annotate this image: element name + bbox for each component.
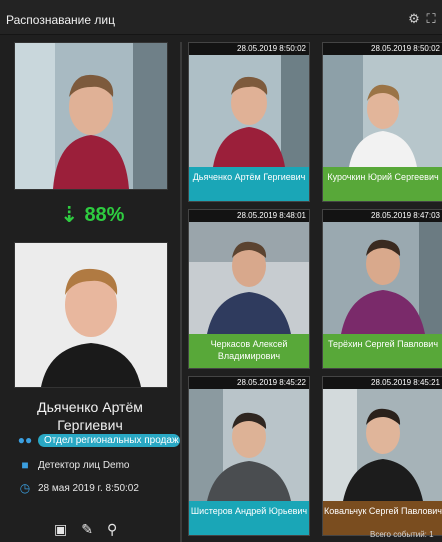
- department-row: ●● Отдел региональных продаж: [16, 433, 180, 447]
- event-card[interactable]: 28.05.2019 8:47:03 Терёхин Сергей Павлов…: [322, 209, 442, 369]
- focused-recognition-panel: ⇣ 88% Дьяченко Артём Гергиевич ●● Отдел …: [14, 42, 180, 542]
- detector-row: ■ Детектор лиц Demo: [16, 458, 130, 472]
- captured-face-photo: [14, 42, 168, 190]
- event-timestamp: 28.05.2019 8:45:22: [189, 377, 309, 389]
- department-badge: Отдел региональных продаж: [38, 433, 180, 447]
- events-grid: 28.05.2019 8:50:02 Дьяченко Артём Гергие…: [188, 42, 442, 542]
- filmstrip-icon[interactable]: ▣: [54, 521, 67, 538]
- detector-name: Детектор лиц Demo: [38, 459, 130, 471]
- maximize-icon[interactable]: ⛶: [424, 12, 438, 26]
- event-person-name: Курочкин Юрий Сергеевич: [323, 167, 442, 201]
- event-datetime: 28 мая 2019 г. 8:50:02: [38, 482, 139, 494]
- event-person-name: Дьяченко Артём Гергиевич: [189, 167, 309, 201]
- panel-divider: [180, 42, 182, 542]
- person-search-icon[interactable]: ⚲: [107, 521, 117, 538]
- event-card[interactable]: 28.05.2019 8:50:02 Курочкин Юрий Сергеев…: [322, 42, 442, 202]
- action-toolbar: ▣ ✎ ⚲: [54, 521, 117, 538]
- match-indicator: ⇣ 88%: [60, 200, 124, 230]
- title-bar: Распознавание лиц ⚙ ⛶: [0, 0, 442, 35]
- event-timestamp: 28.05.2019 8:45:21: [323, 377, 442, 389]
- event-card[interactable]: 28.05.2019 8:45:22 Шистеров Андрей Юрьев…: [188, 376, 310, 536]
- event-photo: [189, 55, 309, 167]
- clock-icon: ◷: [19, 481, 31, 495]
- event-card[interactable]: 28.05.2019 8:45:21 Ковальчук Сергей Павл…: [322, 376, 442, 536]
- match-percent: 88%: [84, 203, 125, 226]
- camera-icon: ■: [21, 458, 29, 472]
- person-edit-icon[interactable]: ✎: [81, 521, 93, 538]
- event-photo: [189, 222, 309, 334]
- event-person-name: Терёхин Сергей Павлович: [323, 334, 442, 368]
- group-icon: ●●: [17, 433, 33, 447]
- total-events-label: Всего событий: 1: [370, 530, 434, 539]
- event-person-name: Черкасов Алексей Владимирович: [189, 334, 309, 368]
- event-card[interactable]: 28.05.2019 8:48:01 Черкасов Алексей Влад…: [188, 209, 310, 369]
- event-card[interactable]: 28.05.2019 8:50:02 Дьяченко Артём Гергие…: [188, 42, 310, 202]
- double-chevron-down-icon: ⇣: [60, 202, 79, 227]
- window-title: Распознавание лиц: [6, 13, 115, 27]
- datetime-row: ◷ 28 мая 2019 г. 8:50:02: [16, 481, 139, 495]
- gear-icon[interactable]: ⚙: [407, 12, 421, 26]
- reference-face-photo: [14, 242, 168, 388]
- event-photo: [323, 222, 442, 334]
- event-timestamp: 28.05.2019 8:48:01: [189, 210, 309, 222]
- event-person-name: Шистеров Андрей Юрьевич: [189, 501, 309, 535]
- event-photo: [323, 389, 442, 501]
- event-timestamp: 28.05.2019 8:50:02: [189, 43, 309, 55]
- event-timestamp: 28.05.2019 8:50:02: [323, 43, 442, 55]
- event-photo: [323, 55, 442, 167]
- event-photo: [189, 389, 309, 501]
- person-name: Дьяченко Артём Гергиевич: [37, 399, 143, 433]
- event-timestamp: 28.05.2019 8:47:03: [323, 210, 442, 222]
